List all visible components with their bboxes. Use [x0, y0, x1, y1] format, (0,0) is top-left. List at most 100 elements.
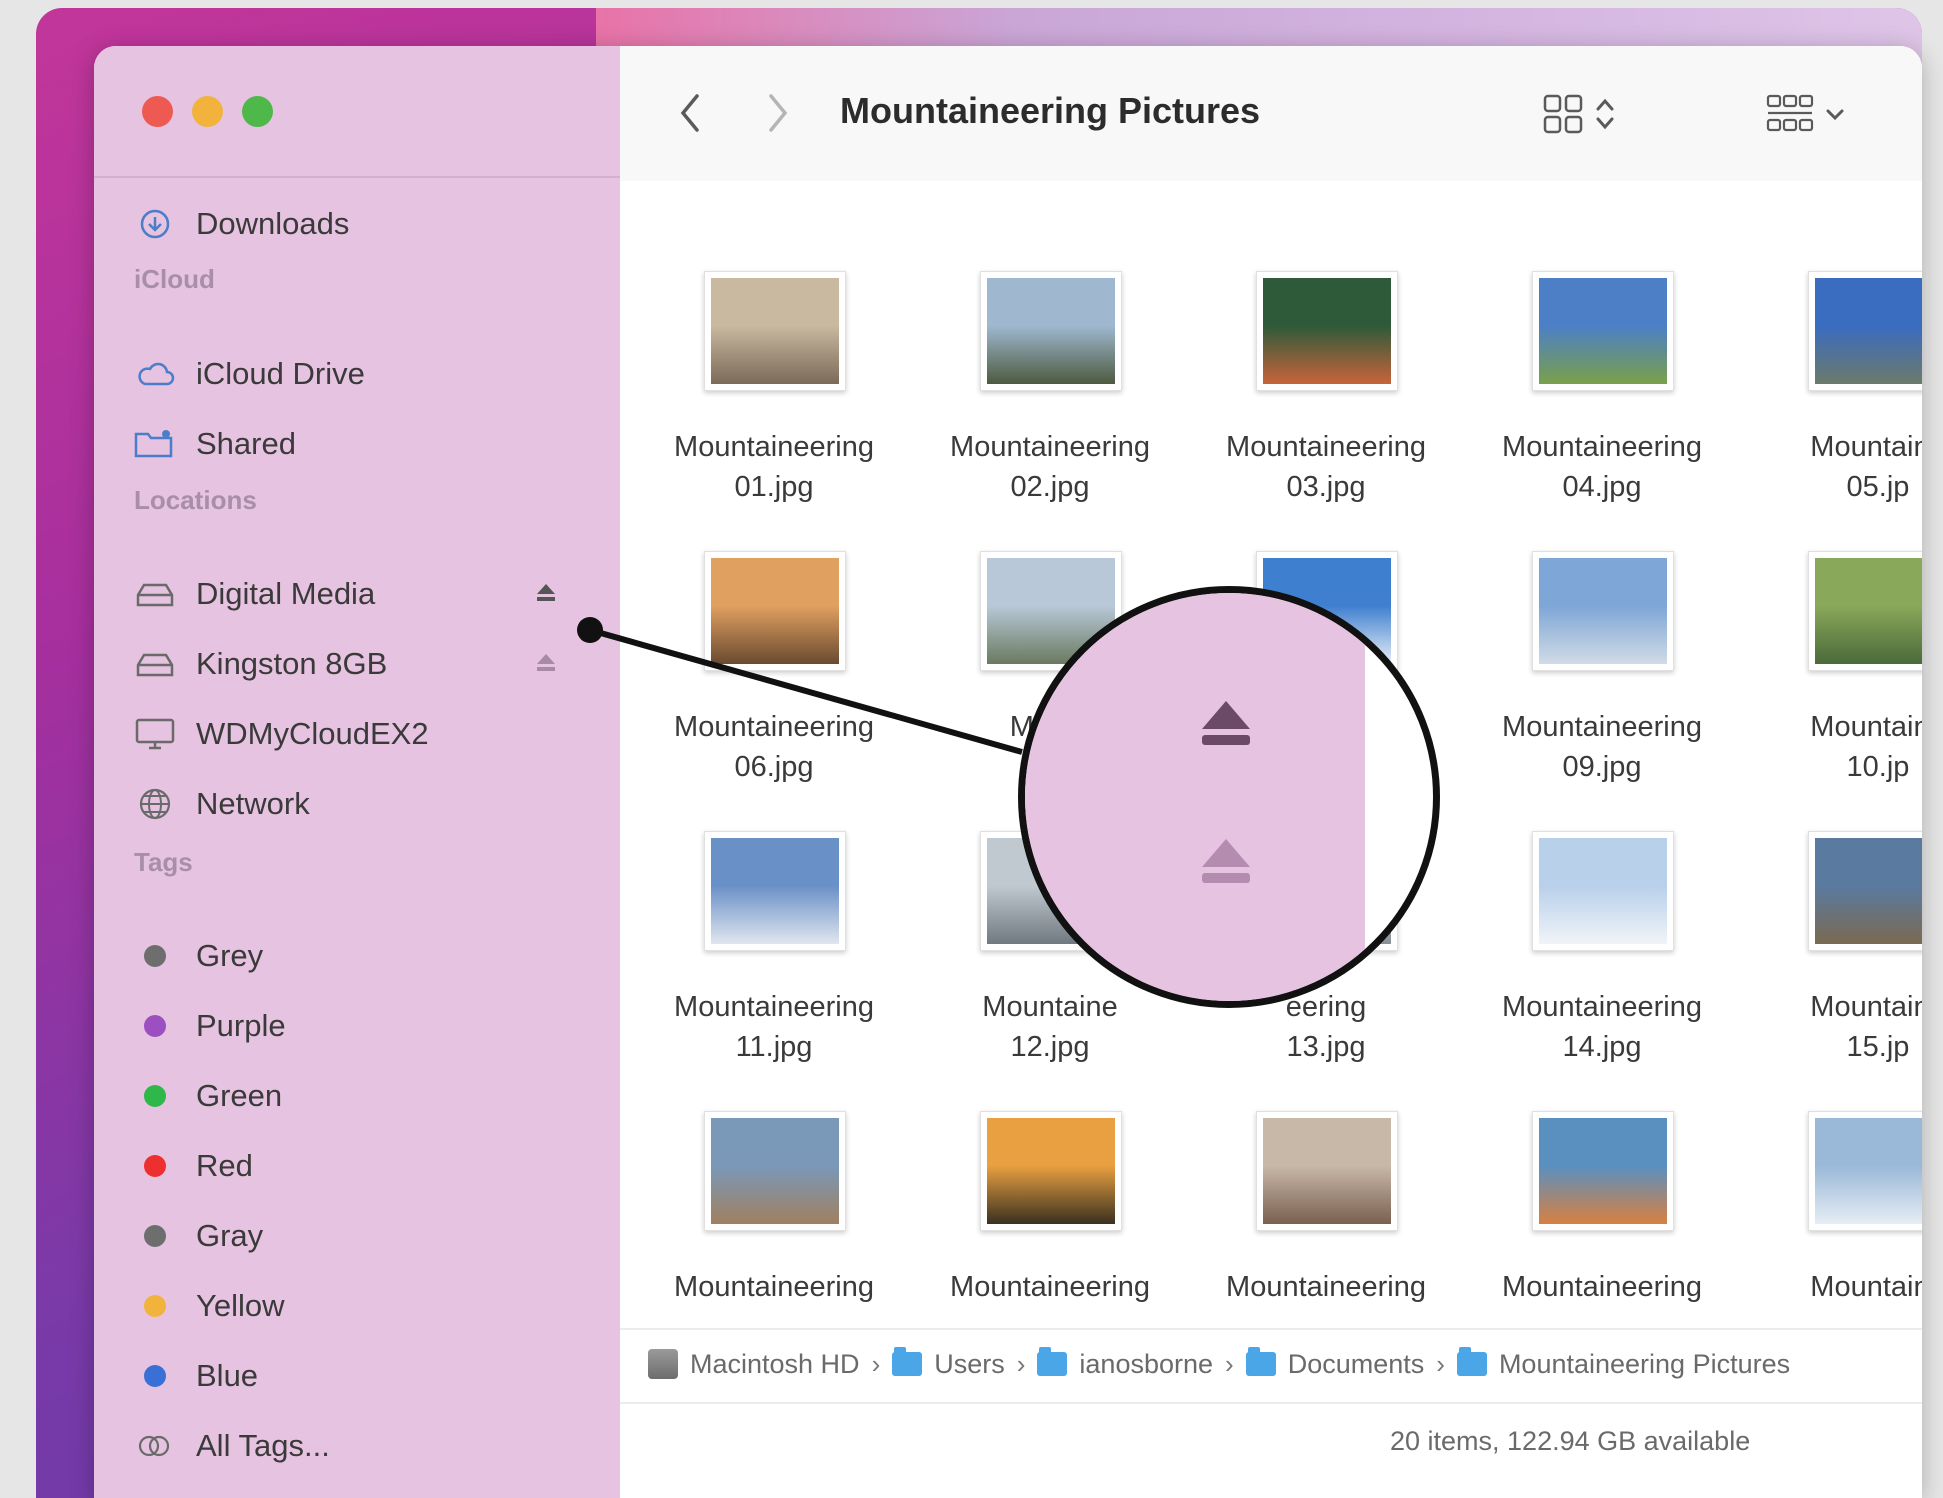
- sidebar-divider: [94, 176, 620, 178]
- file-item[interactable]: Mountaineering 18.jpg: [1206, 1061, 1446, 1311]
- file-name-label: Mountaineering: [950, 431, 1150, 463]
- toolbar: Mountaineering Pictures: [620, 46, 1922, 181]
- sidebar-item-kingston-8gb[interactable]: Kingston 8GB: [134, 642, 574, 686]
- file-name-label: Mountaineering: [674, 991, 874, 1023]
- tag-dot-icon: [144, 1155, 166, 1177]
- finder-window: Downloads iCloud iCloud Drive Shared Loc…: [94, 46, 1922, 1498]
- file-item[interactable]: Mountaineering 02.jpg: [930, 221, 1170, 503]
- monitor-icon: [134, 716, 176, 752]
- sidebar-tag-blue[interactable]: Blue: [134, 1354, 574, 1398]
- file-item[interactable]: Mountaineering 03.jpg: [1206, 221, 1446, 503]
- sidebar-item-icloud-drive[interactable]: iCloud Drive: [134, 352, 574, 396]
- file-name-label: Mountaine: [1810, 991, 1922, 1023]
- sidebar-item-digital-media[interactable]: Digital Media: [134, 572, 574, 616]
- file-item[interactable]: Mountaineering 16.jpg: [654, 1061, 894, 1311]
- file-thumbnail: [1808, 271, 1922, 391]
- tag-dot-icon: [144, 1225, 166, 1247]
- file-thumbnail: [704, 1111, 846, 1231]
- sidebar-item-network[interactable]: Network: [134, 782, 574, 826]
- group-by-button[interactable]: [1766, 86, 1846, 142]
- file-item[interactable]: Mountaineering 17.jpg: [930, 1061, 1170, 1311]
- file-thumbnail: [1808, 1111, 1922, 1231]
- file-name-label: Mountaine: [1810, 431, 1922, 463]
- file-item[interactable]: Mountaineering 06.jpg: [654, 501, 894, 783]
- tag-dot-icon: [144, 1295, 166, 1317]
- path-crumb-ianosborne[interactable]: ianosborne: [1037, 1347, 1213, 1380]
- path-crumb-label: Mountaineering Pictures: [1498, 1348, 1791, 1379]
- sidebar-tag-purple[interactable]: Purple: [134, 1004, 574, 1048]
- file-item[interactable]: Mountaine15.jp: [1758, 781, 1922, 1063]
- path-crumb-mountaineering-pictures[interactable]: Mountaineering Pictures: [1456, 1347, 1791, 1380]
- back-button[interactable]: [670, 88, 710, 138]
- path-crumb-label: Users: [934, 1348, 1005, 1379]
- photo-thumbnail-icon: [711, 558, 839, 664]
- file-name-label: Mountaineering: [674, 431, 874, 463]
- tag-dot-icon: [144, 1015, 166, 1037]
- photo-thumbnail-icon: [1263, 1118, 1391, 1224]
- chevron-left-icon: [680, 94, 699, 132]
- eject-kingston-icon[interactable]: [534, 651, 558, 680]
- sidebar-item-label: Red: [196, 1148, 253, 1183]
- file-thumbnail: [1532, 1111, 1674, 1231]
- file-thumbnail: [980, 271, 1122, 391]
- minimize-window-button[interactable]: [192, 96, 223, 127]
- file-item[interactable]: Mountaine05.jp: [1758, 221, 1922, 503]
- file-thumbnail: [1808, 551, 1922, 671]
- file-extension-label: 16.jpg: [654, 1307, 894, 1311]
- zoom-window-button[interactable]: [242, 96, 273, 127]
- file-thumbnail: [1532, 831, 1674, 951]
- file-item[interactable]: Mountaineering 14.jpg: [1482, 781, 1722, 1063]
- photo-thumbnail-icon: [1815, 278, 1922, 384]
- sidebar-item-label: iCloud Drive: [196, 356, 365, 391]
- path-crumb-users[interactable]: Users: [892, 1347, 1005, 1380]
- file-item[interactable]: Mountaineering 19.jpg: [1482, 1061, 1722, 1311]
- file-item[interactable]: Mountaine 20.jp: [1758, 1061, 1922, 1311]
- file-item[interactable]: Mountaineering 04.jpg: [1482, 221, 1722, 503]
- cloud-icon: [134, 356, 176, 392]
- file-item[interactable]: Mountaineering 09.jpg: [1482, 501, 1722, 783]
- sidebar-item-label: Kingston 8GB: [196, 646, 388, 681]
- eject-magnified-icon: [1202, 701, 1250, 745]
- file-thumbnail: [1532, 271, 1674, 391]
- photo-thumbnail-icon: [987, 1118, 1115, 1224]
- sidebar-section-locations: Locations: [134, 485, 257, 515]
- file-name-label: Mountaineering: [1226, 1271, 1426, 1303]
- view-mode-button[interactable]: [1542, 86, 1616, 142]
- globe-icon: [134, 786, 176, 822]
- file-item[interactable]: Mountaineering 01.jpg: [654, 221, 894, 503]
- home-folder-icon: [1037, 1347, 1068, 1376]
- sidebar-section-icloud: iCloud: [134, 264, 215, 294]
- sidebar-item-label: Purple: [196, 1008, 286, 1043]
- sidebar-item-all-tags[interactable]: All Tags...: [134, 1424, 574, 1468]
- sidebar-tag-red[interactable]: Red: [134, 1144, 574, 1188]
- photo-thumbnail-icon: [711, 838, 839, 944]
- file-item[interactable]: Mountaineering 11.jpg: [654, 781, 894, 1063]
- path-separator-icon: ›: [1225, 1348, 1234, 1379]
- sidebar-tag-gray[interactable]: Gray: [134, 1214, 574, 1258]
- sidebar-item-label: Digital Media: [196, 576, 376, 611]
- sidebar-item-downloads[interactable]: Downloads: [134, 202, 574, 246]
- magnified-sidebar: [1025, 593, 1365, 1001]
- close-window-button[interactable]: [142, 96, 173, 127]
- sidebar-tag-yellow[interactable]: Yellow: [134, 1284, 574, 1328]
- path-crumb-macintosh-hd[interactable]: Macintosh HD: [648, 1349, 860, 1380]
- photo-thumbnail-icon: [711, 1118, 839, 1224]
- sidebar-item-wdmycloudex2[interactable]: WDMyCloudEX2: [134, 712, 574, 756]
- file-name-label: Mountaineering: [674, 1271, 874, 1303]
- tag-dot-icon: [144, 1365, 166, 1387]
- sidebar-item-shared[interactable]: Shared: [134, 422, 574, 466]
- file-thumbnail: [1256, 1111, 1398, 1231]
- eject-digital-media-icon[interactable]: [534, 581, 558, 610]
- photo-thumbnail-icon: [1815, 1118, 1922, 1224]
- file-item[interactable]: Mountaine10.jp: [1758, 501, 1922, 783]
- sidebar-item-label: Grey: [196, 938, 264, 973]
- forward-button[interactable]: [758, 88, 798, 138]
- window-title: Mountaineering Pictures: [840, 90, 1261, 131]
- sidebar-tag-grey[interactable]: Grey: [134, 934, 574, 978]
- chevron-right-icon: [769, 94, 788, 132]
- sidebar-tag-green[interactable]: Green: [134, 1074, 574, 1118]
- status-text: 20 items, 122.94 GB available: [1390, 1426, 1751, 1456]
- file-thumbnail: [704, 271, 846, 391]
- sidebar-item-label: All Tags...: [196, 1428, 330, 1463]
- path-crumb-documents[interactable]: Documents: [1245, 1347, 1424, 1380]
